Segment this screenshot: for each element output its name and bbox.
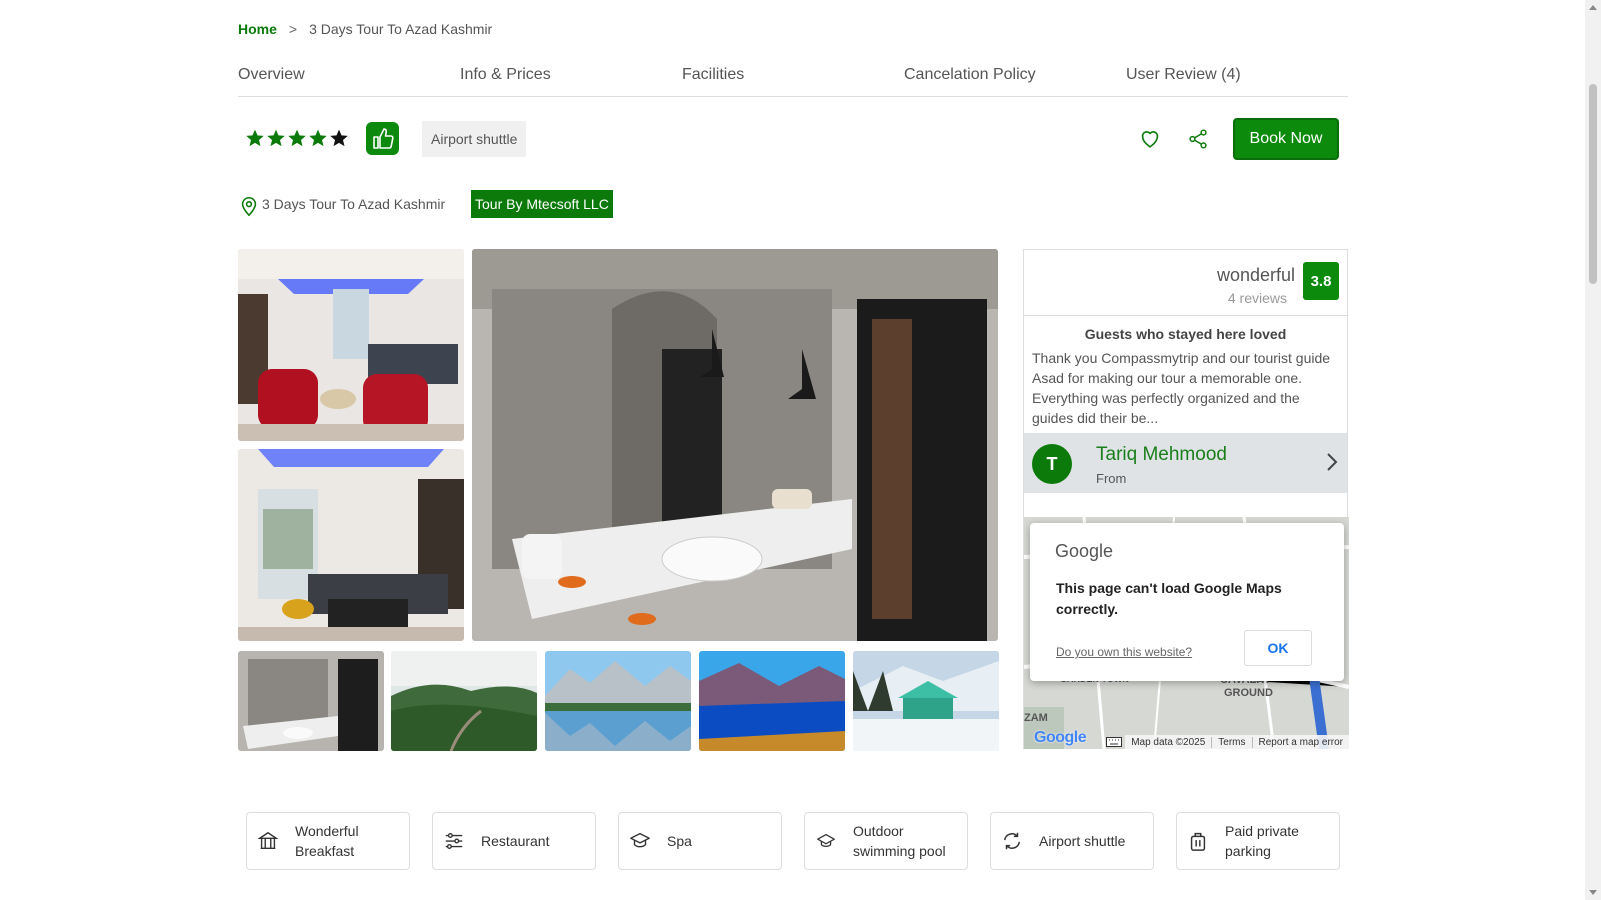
reviewer-row[interactable]: T Tariq Mehmood From bbox=[1024, 433, 1347, 493]
facility-item: Spa bbox=[618, 812, 782, 870]
star-icon bbox=[288, 129, 306, 147]
facility-label: Spa bbox=[667, 833, 692, 849]
airport-shuttle-tag: Airport shuttle bbox=[422, 121, 527, 157]
book-now-button[interactable]: Book Now bbox=[1233, 118, 1339, 160]
breadcrumb-current: 3 Days Tour To Azad Kashmir bbox=[309, 21, 493, 37]
scroll-up-arrow-icon[interactable] bbox=[1589, 5, 1597, 10]
dialog-message: This page can't load Google Maps correct… bbox=[1056, 580, 1282, 617]
sliders-icon bbox=[445, 832, 463, 850]
green-valley-thumbnail[interactable] bbox=[391, 651, 537, 751]
map-label-ground: GROUND bbox=[1224, 687, 1273, 699]
breadcrumb-home-link[interactable]: Home bbox=[238, 21, 277, 37]
thumbs-up-icon bbox=[372, 127, 394, 149]
chevron-right-icon[interactable] bbox=[1325, 451, 1339, 473]
scroll-down-arrow-icon[interactable] bbox=[1589, 890, 1597, 895]
star-rating bbox=[245, 128, 349, 148]
tab-overview[interactable]: Overview bbox=[238, 66, 305, 84]
operator-badge[interactable]: Tour By Mtecsoft LLC bbox=[471, 190, 613, 218]
bank-icon bbox=[257, 831, 279, 850]
wishlist-button[interactable] bbox=[1137, 126, 1163, 152]
star-icon bbox=[246, 129, 264, 147]
map-terms-link[interactable]: Terms bbox=[1211, 736, 1251, 748]
map-pin-icon bbox=[241, 196, 257, 217]
heart-icon bbox=[1141, 131, 1159, 148]
map-label-zam: ZAM bbox=[1024, 712, 1048, 724]
report-map-error-link[interactable]: Report a map error bbox=[1251, 736, 1349, 748]
facility-label: Paid private parking bbox=[1225, 823, 1299, 859]
tab-user-review[interactable]: User Review (4) bbox=[1126, 66, 1241, 84]
score-label: wonderful bbox=[1216, 265, 1295, 285]
share-icon bbox=[1189, 129, 1207, 149]
thumbs-up-badge bbox=[366, 122, 399, 155]
facility-label: Outdoor swimming pool bbox=[853, 823, 946, 859]
section-tabs: Overview Info & Prices Facilities Cancel… bbox=[238, 62, 1348, 97]
facility-item: Restaurant bbox=[432, 812, 596, 870]
living-room-photo[interactable] bbox=[238, 249, 464, 441]
score-header: wonderful 4 reviews 3.8 bbox=[1024, 250, 1347, 316]
reviewer-name: Tariq Mehmood bbox=[1096, 444, 1227, 465]
page-scrollbar[interactable] bbox=[1585, 0, 1601, 900]
rating-row: Airport shuttle Book Now bbox=[238, 118, 1348, 160]
blue-lake-thumbnail[interactable] bbox=[699, 651, 845, 751]
own-website-link[interactable]: Do you own this website? bbox=[1056, 645, 1192, 659]
keyboard-icon[interactable] bbox=[1106, 737, 1122, 747]
location-text: 3 Days Tour To Azad Kashmir bbox=[262, 196, 446, 212]
map-data-text: Map data ©2025 bbox=[1131, 736, 1206, 748]
breadcrumb-separator: > bbox=[288, 21, 298, 37]
dialog-ok-button[interactable]: OK bbox=[1244, 630, 1312, 666]
mountain-lake-thumbnail[interactable] bbox=[545, 651, 691, 751]
avatar: T bbox=[1032, 444, 1072, 484]
facilities-list: Wonderful Breakfast Restaurant Spa Outdo… bbox=[246, 812, 1340, 870]
map-error-dialog: Google This page can't load Google Maps … bbox=[1030, 523, 1344, 681]
facility-label: Restaurant bbox=[481, 833, 550, 849]
scroll-thumb[interactable] bbox=[1589, 84, 1597, 284]
bathroom-thumbnail[interactable] bbox=[238, 651, 384, 751]
star-icon bbox=[267, 129, 285, 147]
map[interactable]: GARDEN TOWN CAVALRY GROUND ZAM Google Th… bbox=[1024, 517, 1349, 749]
breadcrumb: Home > 3 Days Tour To Azad Kashmir bbox=[238, 21, 492, 37]
facility-label: Wonderful Breakfast bbox=[295, 823, 359, 859]
tab-info-prices[interactable]: Info & Prices bbox=[460, 66, 551, 84]
facility-item: Wonderful Breakfast bbox=[246, 812, 410, 870]
share-button[interactable] bbox=[1185, 126, 1211, 152]
snowy-cabin-thumbnail[interactable] bbox=[853, 651, 999, 751]
facility-item: Outdoor swimming pool bbox=[804, 812, 968, 870]
facility-item: Airport shuttle bbox=[990, 812, 1154, 870]
review-card: wonderful 4 reviews 3.8 Guests who staye… bbox=[1023, 249, 1349, 749]
pool-icon bbox=[817, 833, 835, 848]
facility-label: Airport shuttle bbox=[1039, 833, 1126, 849]
dialog-brand: Google bbox=[1055, 541, 1114, 561]
refresh-icon bbox=[1003, 832, 1021, 850]
spa-icon bbox=[630, 832, 650, 848]
facility-item: Paid private parking bbox=[1176, 812, 1340, 870]
reviews-count[interactable]: 4 reviews bbox=[1228, 290, 1287, 306]
loved-title: Guests who stayed here loved bbox=[1084, 326, 1287, 342]
review-excerpt: Thank you Compassmytrip and our tourist … bbox=[1032, 350, 1331, 426]
parking-bag-icon bbox=[1190, 832, 1206, 851]
score-badge: 3.8 bbox=[1303, 262, 1339, 300]
location-row: 3 Days Tour To Azad Kashmir Tour By Mtec… bbox=[238, 190, 613, 218]
map-attribution: Map data ©2025 Terms Report a map error bbox=[1125, 735, 1349, 749]
star-icon bbox=[309, 129, 327, 147]
bathroom-photo[interactable] bbox=[472, 249, 998, 641]
map-footer: Google Map data ©2025 Terms Report a map… bbox=[1024, 729, 1349, 749]
tab-facilities[interactable]: Facilities bbox=[682, 66, 744, 84]
reviewer-from: From bbox=[1096, 471, 1127, 486]
google-logo: Google bbox=[1034, 729, 1087, 746]
tab-cancelation-policy[interactable]: Cancelation Policy bbox=[904, 66, 1036, 84]
living-room-photo-2[interactable] bbox=[238, 449, 464, 641]
star-icon bbox=[330, 129, 348, 147]
